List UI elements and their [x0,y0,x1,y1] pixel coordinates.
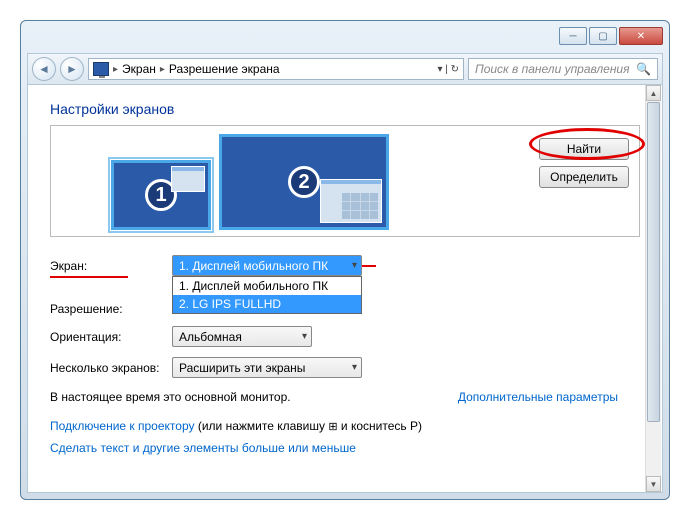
scroll-thumb[interactable] [647,102,660,422]
find-button[interactable]: Найти [539,138,629,160]
bottom-links: Подключение к проектору (или нажмите кла… [50,416,640,459]
resolution-label: Разрешение: [50,302,172,316]
refresh-button[interactable]: ▾ | ↻ [437,64,459,75]
orientation-row: Ориентация: Альбомная [50,326,640,347]
orientation-dropdown[interactable]: Альбомная [172,326,312,347]
advanced-link[interactable]: Дополнительные параметры [458,390,618,404]
monitor-number: 2 [288,166,320,198]
multiple-label: Несколько экранов: [50,361,172,375]
monitor-icon [93,62,109,76]
close-button[interactable]: ✕ [619,27,663,45]
multiple-dropdown[interactable]: Расширить эти экраны [172,357,362,378]
monitor-thumbnail-1[interactable]: 1 [111,160,211,230]
monitor-thumbnail-2[interactable]: 2 [219,134,389,230]
display-preview: 1 2 Найти Определить [50,125,640,237]
screen-row: Экран: 1. Дисплей мобильного ПК 1. Диспл… [50,255,640,276]
navbar: ◄ ► ▸ Экран ▸ Разрешение экрана ▾ | ↻ По… [27,53,663,85]
minimize-button[interactable]: ─ [559,27,587,45]
search-icon: 🔍 [636,62,651,76]
screen-option[interactable]: 1. Дисплей мобильного ПК [173,277,361,295]
orientation-label: Ориентация: [50,330,172,344]
orientation-value: Альбомная [179,330,242,344]
breadcrumb-item[interactable]: Экран [122,62,156,76]
screen-dropdown[interactable]: 1. Дисплей мобильного ПК [172,255,362,276]
screen-label: Экран: [50,259,172,273]
projector-hint: и коснитесь P) [341,419,422,433]
back-button[interactable]: ◄ [32,57,56,81]
main-monitor-row: В настоящее время это основной монитор. … [50,390,640,404]
screen-dropdown-list: 1. Дисплей мобильного ПК 2. LG IPS FULLH… [172,276,362,314]
page-title: Настройки экранов [50,101,640,117]
address-bar[interactable]: ▸ Экран ▸ Разрешение экрана ▾ | ↻ [88,58,464,80]
annotation-underline [50,276,128,278]
annotation-underline [362,265,376,267]
projector-link[interactable]: Подключение к проектору [50,419,195,433]
scroll-down-button[interactable]: ▼ [646,476,661,492]
titlebar: ─ ▢ ✕ [27,27,663,49]
scroll-up-button[interactable]: ▲ [646,85,661,101]
maximize-button[interactable]: ▢ [589,27,617,45]
content-area: Настройки экранов 1 2 Найт [27,85,663,493]
screen-option[interactable]: 2. LG IPS FULLHD [173,295,361,313]
identify-button[interactable]: Определить [539,166,629,188]
forward-button[interactable]: ► [60,57,84,81]
screen-selected-value: 1. Дисплей мобильного ПК [179,259,328,273]
projector-hint: (или нажмите клавишу [198,419,329,433]
breadcrumb-item[interactable]: Разрешение экрана [169,62,280,76]
scrollbar[interactable]: ▲ ▼ [645,85,661,492]
text-size-link[interactable]: Сделать текст и другие элементы больше и… [50,441,356,455]
multiple-row: Несколько экранов: Расширить эти экраны [50,357,640,378]
search-placeholder: Поиск в панели управления [475,62,630,76]
window-frame: ─ ▢ ✕ ◄ ► ▸ Экран ▸ Разрешение экрана ▾ … [20,20,670,500]
multiple-value: Расширить эти экраны [179,361,305,375]
search-input[interactable]: Поиск в панели управления 🔍 [468,58,658,80]
main-monitor-text: В настоящее время это основной монитор. [50,390,291,404]
windows-key-icon: ⊞ [328,421,337,433]
